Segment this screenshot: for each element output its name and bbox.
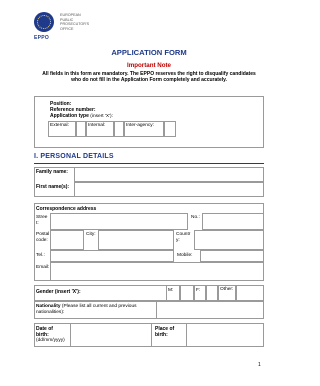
street-input[interactable] [50,213,188,230]
family-name-label: Family name: [36,169,68,175]
eppo-emblem-icon [34,12,54,32]
tel-label: Tel.: [36,253,45,258]
option-internal-label: Internal: [88,123,106,128]
dob-format-hint: (dd/mm/yyyy) [36,338,65,343]
option-external-label: External: [50,123,69,128]
city-label: City: [86,232,96,237]
section-title: I. PERSONAL DETAILS [34,153,114,160]
pob-label: Place of birth: [155,326,175,338]
page-number: 1 [258,362,261,368]
section-divider [34,163,264,164]
house-number-label: No.: [191,215,200,220]
gender-f-checkbox[interactable] [206,285,218,301]
dob-label: Date of birth: [36,326,53,338]
mobile-label: Mobile: [177,253,193,258]
correspondence-label: Correspondence address [36,206,97,212]
tel-input[interactable] [50,250,174,262]
dob-input[interactable] [70,323,152,347]
first-names-label: First name(s): [36,184,70,190]
gender-m-checkbox[interactable] [180,285,194,301]
nationality-input[interactable] [156,301,264,319]
pob-input[interactable] [186,323,264,347]
first-names-input[interactable] [74,182,264,197]
important-note-heading: Important Note [127,62,171,69]
gender-f-label: F: [196,288,201,293]
option-interagency-label: Inter-agency: [126,123,154,128]
email-input[interactable] [50,262,264,281]
option-internal-checkbox[interactable] [114,121,124,137]
nationality-label: Nationality (Please list all current and… [36,304,137,315]
street-label: Street: [36,215,48,226]
option-interagency-checkbox[interactable] [164,121,176,137]
country-label: Country: [176,232,191,243]
important-note-text: All fields in this form are mandatory. T… [42,71,256,84]
eppo-logo: EPPO EUROPEAN PUBLIC PROSECUTOR'S OFFICE [34,12,130,46]
postal-code-input[interactable] [50,230,84,250]
gender-other-label: Other: [220,287,234,292]
house-number-input[interactable] [202,213,264,230]
email-label: Email: [36,265,50,270]
gender-label: Gender (insert 'X'): [36,289,81,295]
gender-m-label: M: [168,288,174,293]
family-name-input[interactable] [74,167,264,182]
city-input[interactable] [98,230,174,250]
option-external-checkbox[interactable] [76,121,86,137]
logo-org-name: EUROPEAN PUBLIC PROSECUTOR'S OFFICE [60,13,90,32]
postal-code-label: Postal code: [36,232,50,243]
country-input[interactable] [194,230,264,250]
page-title: APPLICATION FORM [111,48,187,57]
application-type-label: Application type (insert 'X'): [50,113,113,119]
gender-other-checkbox[interactable] [236,285,264,301]
mobile-input[interactable] [200,250,264,262]
logo-acronym: EPPO [34,35,50,41]
